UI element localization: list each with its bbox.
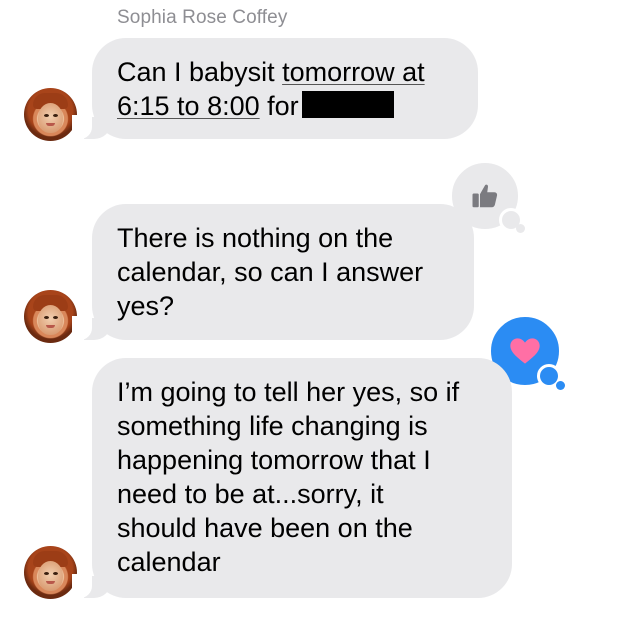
contact-avatar[interactable] — [24, 546, 77, 599]
message-text: calendar — [117, 547, 221, 577]
message-bubble-incoming[interactable]: Can I babysit tomorrow at 6:15 to 8:00 f… — [72, 38, 478, 139]
tapback-tail-dot — [556, 381, 565, 390]
message-text: for — [259, 91, 299, 121]
avatar-eye — [44, 114, 49, 117]
avatar-face — [38, 561, 63, 591]
sender-name: Sophia Rose Coffey — [117, 7, 288, 28]
message-text: calendar, so can I answer — [117, 257, 424, 287]
avatar-eye — [53, 572, 58, 575]
message-text: something life changing is — [117, 411, 428, 441]
avatar-face — [38, 103, 63, 133]
date-link[interactable]: tomorrow at — [282, 57, 425, 87]
message-bubble-incoming[interactable]: There is nothing on the calendar, so can… — [72, 204, 474, 340]
avatar-eye — [44, 572, 49, 575]
thumbs-up-icon — [472, 184, 498, 208]
time-link[interactable]: 6:15 to 8:00 — [117, 91, 260, 121]
redaction-block — [301, 91, 394, 118]
heart-icon — [510, 338, 540, 364]
message-bubble-incoming[interactable]: I’m going to tell her yes, so if somethi… — [72, 358, 512, 598]
avatar-eye — [53, 316, 58, 319]
contact-avatar[interactable] — [24, 88, 77, 141]
message-text: I’m going to tell her yes, so if — [117, 377, 460, 407]
contact-avatar[interactable] — [24, 290, 77, 343]
avatar-eye — [53, 114, 58, 117]
message-text: happening tomorrow that I — [117, 445, 431, 475]
message-text: need to be at...sorry, it — [117, 479, 384, 509]
avatar-face — [38, 305, 63, 335]
message-text: There is nothing on the — [117, 223, 394, 253]
tapback-tail-dot — [516, 224, 525, 233]
message-text: should have been on the — [117, 513, 413, 543]
message-text: Can I babysit — [117, 57, 283, 87]
avatar-eye — [44, 316, 49, 319]
message-text: yes? — [117, 291, 175, 321]
